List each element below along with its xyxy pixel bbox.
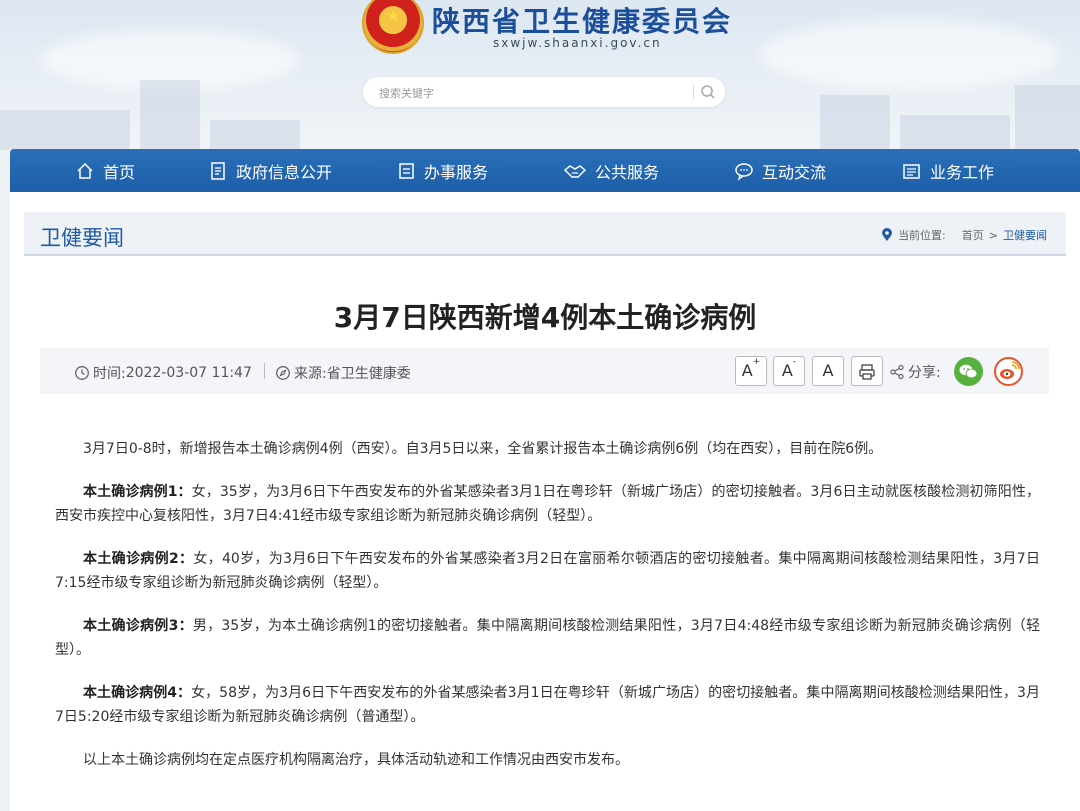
nav-item-label: 公共服务: [595, 162, 660, 182]
site-title[interactable]: 陕西省卫生健康委员会: [432, 0, 732, 40]
article-paragraph: 本土确诊病例3：男，35岁，为本土确诊病例1的密切接触者。集中隔离期间核酸检测结…: [55, 614, 1040, 662]
article-paragraph: 以上本土确诊病例均在定点医疗机构隔离治疗，具体活动轨迹和工作情况由西安市发布。: [55, 748, 1040, 772]
print-button[interactable]: [851, 356, 883, 386]
section-header: 卫健要闻 当前位置: 首页 > 卫健要闻: [24, 212, 1066, 256]
banner-skyline: [210, 120, 300, 150]
font-increase-sup: +: [752, 357, 761, 367]
font-decrease-button[interactable]: A-: [773, 356, 805, 386]
banner-cloud: [760, 20, 1060, 90]
paragraph-text: 女，40岁，为3月6日下午西安发布的外省某感染者3月2日在富丽希尔顿酒店的密切接…: [55, 551, 1040, 591]
font-increase-label: A: [741, 361, 753, 380]
breadcrumb-current[interactable]: 卫健要闻: [1003, 227, 1047, 243]
banner-skyline: [820, 95, 890, 150]
site-domain: sxwjw.shaanxi.gov.cn: [493, 36, 662, 50]
nav-item-label: 业务工作: [930, 162, 995, 182]
breadcrumb: 当前位置: 首页 > 卫健要闻: [881, 227, 1052, 243]
handshake-icon: [563, 164, 587, 178]
nav-item-home[interactable]: 首页: [75, 149, 135, 192]
compass-icon: [276, 366, 290, 380]
chat-icon: [735, 162, 753, 181]
weibo-icon: [1000, 361, 1020, 379]
banner-skyline: [140, 80, 200, 150]
paragraph-text: 女，35岁，为3月6日下午西安发布的外省某感染者3月1日在粤珍轩（新城广场店）的…: [55, 484, 1040, 524]
article-body: 3月7日0-8时，新增报告本土确诊病例4例（西安）。自3月5日以来，全省累计报告…: [55, 437, 1040, 791]
print-icon: [859, 364, 875, 380]
paragraph-text: 女，58岁，为3月6日下午西安发布的外省某感染者3月1日在粤珍轩（新城广场店）的…: [55, 685, 1040, 725]
case-lead: 本土确诊病例2：: [83, 551, 194, 567]
time-label: 时间:: [93, 366, 126, 382]
paragraph-text: 以上本土确诊病例均在定点医疗机构隔离治疗，具体活动轨迹和工作情况由西安市发布。: [83, 752, 629, 768]
search-input[interactable]: 搜索关键字: [379, 85, 434, 101]
paragraph-text: 男，35岁，为本土确诊病例1的密切接触者。集中隔离期间核酸检测结果阳性，3月7日…: [55, 618, 1040, 658]
article-paragraph: 本土确诊病例2：女，40岁，为3月6日下午西安发布的外省某感染者3月2日在富丽希…: [55, 547, 1040, 595]
paragraph-text: 3月7日0-8时，新增报告本土确诊病例4例（西安）。自3月5日以来，全省累计报告…: [83, 441, 883, 457]
source-value: 省卫生健康委: [326, 366, 411, 382]
source-label: 来源:: [294, 366, 327, 382]
publish-time: 时间: 2022-03-07 11:47: [74, 363, 252, 383]
article-source: 来源: 省卫生健康委: [275, 363, 411, 383]
share-icon: [890, 364, 904, 380]
section-title: 卫健要闻: [40, 226, 124, 250]
breadcrumb-label: 当前位置:: [898, 229, 946, 242]
content-panel: 卫健要闻 当前位置: 首页 > 卫健要闻 3月7日陕西新增4例本土确诊病例 时间…: [10, 192, 1080, 811]
search-box[interactable]: 搜索关键字: [363, 77, 725, 107]
briefcase-icon: [903, 163, 920, 179]
wechat-share-button[interactable]: [954, 357, 983, 386]
search-divider: [693, 85, 694, 99]
weibo-share-button[interactable]: [994, 357, 1023, 386]
nav-item-label: 办事服务: [424, 162, 489, 182]
search-icon[interactable]: [698, 82, 718, 102]
banner-skyline: [0, 110, 130, 150]
home-icon: [77, 162, 93, 179]
nav-item-business[interactable]: 业务工作: [902, 149, 994, 192]
banner-skyline: [900, 115, 1010, 150]
share-label: 分享:: [889, 362, 941, 382]
clock-icon: [75, 366, 89, 380]
breadcrumb-home[interactable]: 首页: [962, 227, 984, 243]
article-paragraph: 本土确诊病例4：女，58岁，为3月6日下午西安发布的外省某感染者3月1日在粤珍轩…: [55, 681, 1040, 729]
case-lead: 本土确诊病例4：: [83, 685, 192, 701]
font-decrease-sup: -: [792, 357, 797, 367]
nav-item-services[interactable]: 办事服务: [398, 149, 488, 192]
article-title: 3月7日陕西新增4例本土确诊病例: [333, 301, 757, 334]
nav-item-label: 政府信息公开: [236, 162, 333, 182]
font-increase-button[interactable]: A+: [735, 356, 767, 386]
nav-item-interaction[interactable]: 互动交流: [734, 149, 826, 192]
nav-item-label: 互动交流: [762, 162, 827, 182]
nav-item-label: 首页: [103, 162, 136, 182]
font-reset-label: A: [822, 361, 834, 380]
share-text: 分享:: [908, 365, 941, 381]
banner-skyline: [1015, 85, 1080, 150]
font-decrease-label: A: [781, 361, 793, 380]
font-reset-button[interactable]: A: [812, 356, 844, 386]
breadcrumb-separator: >: [988, 228, 998, 242]
location-pin-icon: [882, 228, 893, 241]
case-lead: 本土确诊病例3：: [83, 618, 193, 634]
meta-divider: [264, 363, 265, 379]
article-meta-bar: 时间: 2022-03-07 11:47 来源: 省卫生健康委 A+ A- A …: [40, 348, 1049, 394]
document-list-icon: [211, 161, 225, 180]
wechat-icon: [959, 364, 978, 379]
nav-item-public-services[interactable]: 公共服务: [563, 149, 659, 192]
form-icon: [399, 162, 414, 179]
case-lead: 本土确诊病例1：: [83, 484, 192, 500]
main-nav: 首页 政府信息公开 办事服务 公共服务 互动交流 业务工作: [10, 149, 1080, 192]
time-value: 2022-03-07 11:47: [125, 365, 252, 381]
nav-item-gov-info[interactable]: 政府信息公开: [210, 149, 332, 192]
article-paragraph: 本土确诊病例1：女，35岁，为3月6日下午西安发布的外省某感染者3月1日在粤珍轩…: [55, 480, 1040, 528]
article-paragraph: 3月7日0-8时，新增报告本土确诊病例4例（西安）。自3月5日以来，全省累计报告…: [55, 437, 1040, 461]
